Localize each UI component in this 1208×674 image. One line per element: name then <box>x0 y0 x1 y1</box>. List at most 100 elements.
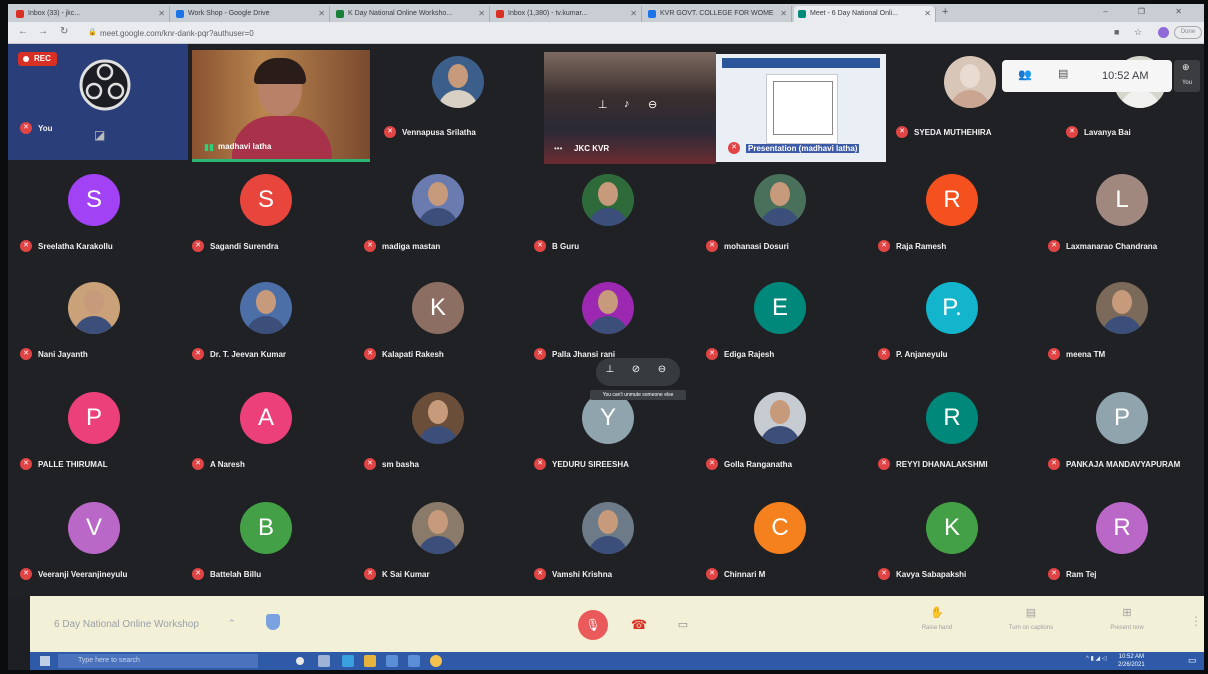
raise-hand-button[interactable]: ✋ Raise hand <box>902 606 972 631</box>
participant-avatar: S <box>68 174 120 226</box>
self-tile[interactable]: REC ◪ ✕ You <box>8 44 188 160</box>
browser-tab[interactable]: K Day National Online Worksho... ✕ <box>332 6 490 22</box>
close-tab-icon[interactable]: ✕ <box>630 9 637 18</box>
url-field[interactable]: meet.google.com/knr-dank-pqr?authuser=0 <box>100 29 254 38</box>
participant-tile[interactable]: R ✕ REYYI DHANALAKSHMI <box>866 380 1036 488</box>
participant-tile[interactable]: ✕ Nani Jayanth <box>8 270 178 378</box>
browser-tab-active[interactable]: Meet - 6 Day National Onli... ✕ <box>794 6 936 22</box>
participant-tile[interactable]: S ✕ Sagandi Surendra <box>180 162 350 270</box>
reload-icon[interactable]: ↻ <box>60 26 68 37</box>
close-tab-icon[interactable]: ✕ <box>924 9 931 18</box>
browser-tab[interactable]: Inbox (33) - jkc... ✕ <box>12 6 170 22</box>
participant-tile[interactable]: K ✕ Kalapati Rakesh <box>352 270 522 378</box>
participant-tile[interactable]: ✕ mohanasi Dosuri <box>694 162 864 270</box>
participant-tile[interactable]: B ✕ Battelah Billu <box>180 490 350 598</box>
participant-tile[interactable]: P ✕ PANKAJA MANDAVYAPURAM <box>1036 380 1204 488</box>
taskbar-clock[interactable]: 10:52 AM 2/26/2021 <box>1118 653 1145 669</box>
participant-tile[interactable]: V ✕ Veeranji Veeranjineyulu <box>8 490 178 598</box>
close-tab-icon[interactable]: ✕ <box>318 9 325 18</box>
back-arrow-icon[interactable]: ← <box>18 26 28 37</box>
participant-avatar: E <box>754 282 806 334</box>
remove-icon[interactable]: ⊖ <box>648 98 657 111</box>
browser-tab[interactable]: KVR GOVT. COLLEGE FOR WOME ✕ <box>644 6 792 22</box>
bookmark-star-icon[interactable]: ☆ <box>1134 27 1142 38</box>
close-tab-icon[interactable]: ✕ <box>780 9 787 18</box>
participant-tile[interactable]: C ✕ Chinnari M <box>694 490 864 598</box>
more-options-icon[interactable]: ⋮ <box>1190 614 1202 628</box>
participant-tile[interactable]: A ✕ A Naresh <box>180 380 350 488</box>
mic-off-icon: ✕ <box>364 568 376 580</box>
participant-photo <box>582 174 634 226</box>
speaker-tile[interactable]: ▮▮ madhavi latha <box>192 50 370 162</box>
remove-icon[interactable]: ⊖ <box>654 364 670 380</box>
profile-pill[interactable]: Done <box>1174 26 1202 39</box>
expand-icon[interactable]: ⊕ <box>1182 62 1190 73</box>
camera-indicator-icon[interactable]: ■ <box>1114 27 1119 37</box>
participant-tile[interactable]: ✕ Vennapusa Srilatha <box>372 48 542 156</box>
participant-tile[interactable]: P. ✕ P. Anjaneyulu <box>866 270 1036 378</box>
participant-avatar: R <box>1096 502 1148 554</box>
close-tab-icon[interactable]: ✕ <box>158 9 165 18</box>
tab-title: Meet - 6 Day National Onli... <box>810 10 898 17</box>
pin-icon[interactable]: ⊥ <box>602 364 618 380</box>
participant-tile[interactable]: P ✕ PALLE THIRUMAL <box>8 380 178 488</box>
participant-tile[interactable]: L ✕ Laxmanarao Chandrana <box>1036 162 1204 270</box>
file-explorer-icon[interactable] <box>364 655 376 667</box>
classroom-video-tile[interactable]: ⊥ ♪ ⊖ ••• JKC KVR <box>544 52 716 164</box>
system-tray[interactable]: ^ ▮ ◢ ◁ <box>1086 655 1106 662</box>
chat-icon[interactable]: ▤ <box>1058 67 1068 80</box>
windows-start-icon[interactable] <box>40 656 50 666</box>
participant-tile[interactable]: ✕ Dr. T. Jeevan Kumar <box>180 270 350 378</box>
participant-name: P. Anjaneyulu <box>896 350 948 359</box>
obs-logo-icon <box>79 59 131 111</box>
profile-avatar[interactable] <box>1158 27 1169 38</box>
chevron-up-icon[interactable]: ⌃ <box>228 618 236 629</box>
notification-icon[interactable]: ▭ <box>1188 655 1197 666</box>
participant-tile[interactable]: R ✕ Ram Tej <box>1036 490 1204 598</box>
browser-tab[interactable]: Work Shop - Google Drive ✕ <box>172 6 330 22</box>
participant-avatar: C <box>754 502 806 554</box>
participant-photo <box>412 392 464 444</box>
close-tab-icon[interactable]: ✕ <box>478 9 485 18</box>
participant-tile[interactable]: K ✕ Kavya Sabapakshi <box>866 490 1036 598</box>
store-icon[interactable] <box>408 655 420 667</box>
edge-icon[interactable] <box>342 655 354 667</box>
camera-toggle-button[interactable]: ▭ <box>670 612 696 638</box>
participant-tile[interactable]: ✕ meena TM <box>1036 270 1204 378</box>
browser-tab[interactable]: Inbox (1,380) - tv.kumar... ✕ <box>492 6 642 22</box>
pin-icon[interactable]: ⊥ <box>598 98 608 111</box>
participant-tile[interactable]: E ✕ Ediga Rajesh <box>694 270 864 378</box>
participant-avatar: P <box>1096 392 1148 444</box>
taskbar-search[interactable]: Type here to search <box>58 654 258 668</box>
mic-off-icon[interactable]: ⊘ <box>628 364 644 380</box>
chrome-icon[interactable] <box>430 655 442 667</box>
participant-tile[interactable]: ✕ madiga mastan <box>352 162 522 270</box>
people-icon[interactable]: 👥 <box>1018 68 1032 81</box>
more-dots-icon: ••• <box>554 144 563 153</box>
presentation-tile[interactable]: ✕ Presentation (madhavi latha) <box>716 54 886 162</box>
participant-name: Laxmanarao Chandrana <box>1066 242 1158 251</box>
task-view-icon[interactable] <box>318 655 330 667</box>
participant-tile[interactable]: ✕ Golla Ranganatha <box>694 380 864 488</box>
hang-up-button[interactable]: ☎ <box>626 612 652 638</box>
security-shield-icon[interactable] <box>266 614 280 630</box>
participant-tile[interactable]: R ✕ Raja Ramesh <box>866 162 1036 270</box>
participant-tile[interactable]: ✕ B Guru <box>522 162 692 270</box>
participant-tile[interactable]: ✕ K Sai Kumar <box>352 490 522 598</box>
meeting-title[interactable]: 6 Day National Online Workshop <box>54 619 199 630</box>
present-now-button[interactable]: ⊞ Present now <box>1092 606 1162 631</box>
new-tab-button[interactable]: + <box>942 6 948 18</box>
self-preview-tile[interactable]: ⊕ You <box>1174 60 1200 92</box>
participant-photo <box>944 56 996 108</box>
mute-icon[interactable]: ♪ <box>624 98 630 110</box>
mic-off-icon: ✕ <box>20 240 32 252</box>
forward-arrow-icon[interactable]: → <box>38 26 48 37</box>
participant-tile[interactable]: S ✕ Sreelatha Karakollu <box>8 162 178 270</box>
window-controls[interactable]: – ❐ ✕ <box>1103 7 1196 16</box>
participant-tile[interactable]: ✕ Vamshi Krishna <box>522 490 692 598</box>
captions-button[interactable]: ▤ Turn on captions <box>996 606 1066 631</box>
mail-icon[interactable] <box>386 655 398 667</box>
cortana-icon[interactable] <box>296 657 304 665</box>
participant-tile[interactable]: ✕ sm basha <box>352 380 522 488</box>
microphone-toggle-button[interactable]: 🎙 <box>578 610 608 640</box>
